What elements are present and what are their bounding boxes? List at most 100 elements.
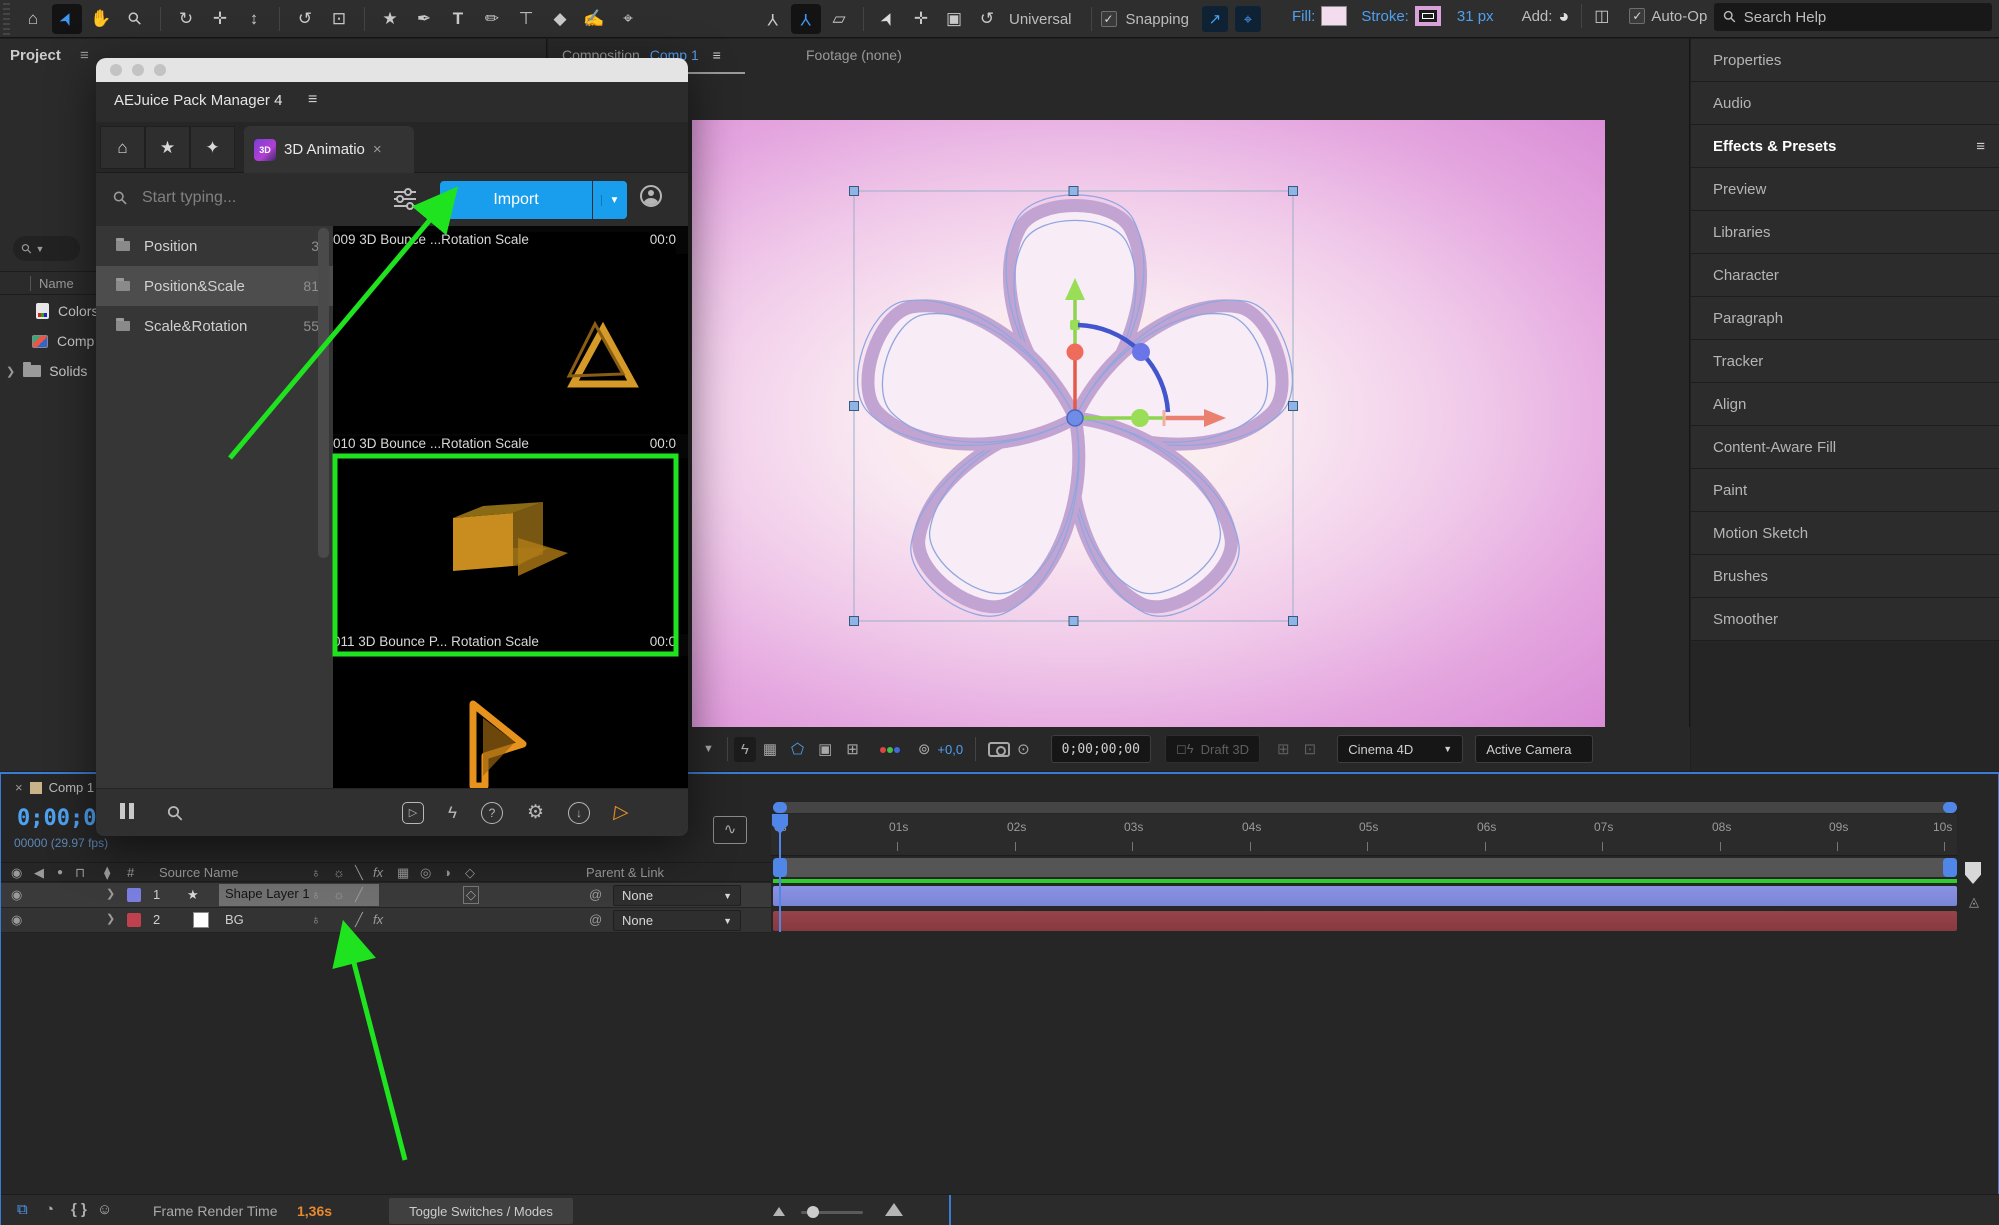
panel-menu-icon[interactable]: ≡	[713, 47, 721, 63]
fast-previews-icon[interactable]: ϟ	[734, 737, 756, 762]
panel-tab-content-aware-fill[interactable]: Content-Aware Fill	[1691, 426, 1999, 469]
graph-editor-icon[interactable]: ∿	[713, 816, 747, 844]
layer-duration-bar-shape[interactable]	[773, 886, 1957, 906]
manager-favorites-button[interactable]: ★	[145, 126, 190, 169]
orbit-camera-tool[interactable]: ↻	[171, 4, 201, 34]
project-item-colors[interactable]: Colors	[36, 303, 98, 319]
roto-brush-tool[interactable]: ✍	[579, 4, 609, 34]
mask-visibility-icon[interactable]: ⬠	[784, 740, 811, 758]
snapshot-camera-icon[interactable]	[988, 742, 1010, 757]
scrollbar-cap[interactable]	[1943, 802, 1957, 813]
import-dropdown-button[interactable]: ▼	[593, 181, 627, 219]
hand-tool[interactable]: ✋	[86, 4, 116, 34]
pickwhip-icon[interactable]: @	[589, 912, 602, 927]
stroke-label[interactable]: Stroke:	[1361, 8, 1409, 25]
snapping-checkbox[interactable]: ✓	[1101, 11, 1117, 27]
close-icon[interactable]: ×	[373, 141, 382, 158]
zoom-in-icon[interactable]	[885, 1203, 903, 1216]
import-button[interactable]: Import	[440, 181, 592, 219]
clone-stamp-tool[interactable]: ⊤	[511, 4, 541, 34]
project-item-comp[interactable]: Comp	[32, 333, 94, 349]
quality-switch-icon[interactable]: ╱	[355, 887, 363, 903]
window-titlebar[interactable]	[96, 58, 688, 82]
gizmo-rotation[interactable]: ↺	[972, 4, 1002, 34]
manager-menu-icon[interactable]: ≡	[308, 91, 317, 109]
world-axis-mode[interactable]: Y	[791, 4, 821, 34]
layer-row-shape-layer[interactable]: ◉ ❯ 1 ★ Shape Layer 1 ♁ ☼ ╱ ◇ @ None ▼	[1, 883, 771, 908]
panel-tab-preview[interactable]: Preview	[1691, 168, 1999, 211]
guides-options-icon[interactable]: ⊞	[839, 740, 866, 758]
toggle-switches-button[interactable]: Toggle Switches / Modes	[389, 1198, 573, 1224]
ground-plane-icon[interactable]: ⊞	[1270, 740, 1297, 758]
brush-tool[interactable]: ✏	[477, 4, 507, 34]
parent-dropdown[interactable]: None ▼	[613, 885, 741, 906]
panel-tab-brushes[interactable]: Brushes	[1691, 555, 1999, 598]
close-icon[interactable]: ×	[15, 780, 23, 795]
gizmo-scale[interactable]: ▣	[939, 4, 969, 34]
panel-menu-icon[interactable]: ≡	[1976, 138, 1985, 155]
shape-tool[interactable]: ★	[375, 4, 405, 34]
scrollbar-cap[interactable]	[773, 802, 787, 813]
panel-menu-icon[interactable]: ≡	[80, 47, 89, 64]
panel-tab-audio[interactable]: Audio	[1691, 82, 1999, 125]
manager-search-input[interactable]: Start typing...	[142, 189, 236, 207]
age-icon[interactable]: ☺	[97, 1201, 112, 1218]
minimize-window-button[interactable]	[132, 64, 144, 76]
panel-tab-align[interactable]: Align	[1691, 383, 1999, 426]
exposure-value[interactable]: +0,0	[937, 742, 963, 757]
eraser-tool[interactable]: ◆	[545, 4, 575, 34]
panel-tab-libraries[interactable]: Libraries	[1691, 211, 1999, 254]
auto-open-checkbox[interactable]: ✓	[1629, 8, 1645, 24]
layer-color-chip[interactable]	[127, 888, 141, 902]
local-axis-mode[interactable]: Y	[758, 4, 788, 34]
project-search-input[interactable]: ⚲▼	[13, 236, 80, 261]
rotation-tool[interactable]: ↺	[290, 4, 320, 34]
quality-switch-icon[interactable]: ╱	[355, 912, 363, 928]
toolbar-grip[interactable]	[0, 3, 13, 35]
chevron-down-icon[interactable]: ▼	[696, 743, 721, 755]
panel-tab-paragraph[interactable]: Paragraph	[1691, 297, 1999, 340]
show-snapshot-icon[interactable]: ⊙	[1010, 740, 1037, 758]
manager-tab-3d-animations[interactable]: 3D 3D Animatio ×	[244, 126, 414, 173]
quick-actions-button[interactable]: ϟ	[448, 803, 457, 823]
blend-mode-icon[interactable]: ◔	[45, 1201, 54, 1218]
work-area-bar[interactable]	[773, 858, 1957, 877]
zoom-window-button[interactable]	[154, 64, 166, 76]
transparency-grid-icon[interactable]: ▦	[756, 740, 784, 758]
comp-marker-bin[interactable]	[1965, 862, 1981, 884]
folder-scrollbar[interactable]	[318, 228, 329, 558]
add-circle-icon[interactable]: ◕	[1558, 6, 1569, 27]
timeline-horizontal-scrollbar[interactable]	[773, 802, 1957, 813]
gizmo-position[interactable]: ✛	[906, 4, 936, 34]
panel-tab-properties[interactable]: Properties	[1691, 39, 1999, 82]
manager-home-button[interactable]: ⌂	[100, 126, 145, 169]
panel-tab-motion-sketch[interactable]: Motion Sketch	[1691, 512, 1999, 555]
account-icon[interactable]	[640, 185, 662, 207]
home-tool[interactable]: ⌂	[18, 4, 48, 34]
preset-thumbnail-009[interactable]	[333, 254, 688, 434]
name-column-header[interactable]: Name	[30, 276, 74, 291]
camera-view-dropdown[interactable]: Active Camera	[1475, 735, 1593, 763]
region-of-interest-icon[interactable]: ▣	[811, 740, 839, 758]
puppet-pin-tool[interactable]: ⌖	[613, 4, 643, 34]
zoom-preview-button[interactable]: ⚲	[161, 799, 189, 827]
close-window-button[interactable]	[110, 64, 122, 76]
download-button[interactable]: ↓	[568, 802, 590, 824]
panel-tab-effects-presets[interactable]: Effects & Presets≡	[1691, 125, 1999, 168]
settings-gear-button[interactable]: ⚙	[527, 801, 544, 824]
stroke-swatch[interactable]	[1415, 6, 1441, 26]
layer-row-bg[interactable]: ◉ ❯ 2 BG ♁ ╱ fx @ None ▼	[1, 908, 771, 933]
folder-item-position[interactable]: Position 3	[96, 226, 333, 266]
comp-marker-icon[interactable]: ◬	[1969, 894, 1979, 910]
visibility-eye-icon[interactable]: ◉	[11, 887, 22, 903]
channel-icon[interactable]	[880, 740, 901, 758]
layer-color-chip[interactable]	[127, 913, 141, 927]
snap-guides-button[interactable]: ↗	[1202, 6, 1228, 32]
time-ruler[interactable]: 0s 01s 02s 03s 04s 05s 06s 07s 08s 09s 1…	[771, 814, 1957, 856]
folder-item-scale-rotation[interactable]: Scale&Rotation 55	[96, 306, 333, 346]
search-help-field[interactable]: ⚲ Search Help	[1714, 3, 1992, 31]
tab-project[interactable]: Project	[10, 47, 61, 64]
panel-tab-tracker[interactable]: Tracker	[1691, 340, 1999, 383]
work-area-end-handle[interactable]	[1943, 858, 1957, 877]
play-preview-button[interactable]: ▷	[402, 802, 424, 824]
